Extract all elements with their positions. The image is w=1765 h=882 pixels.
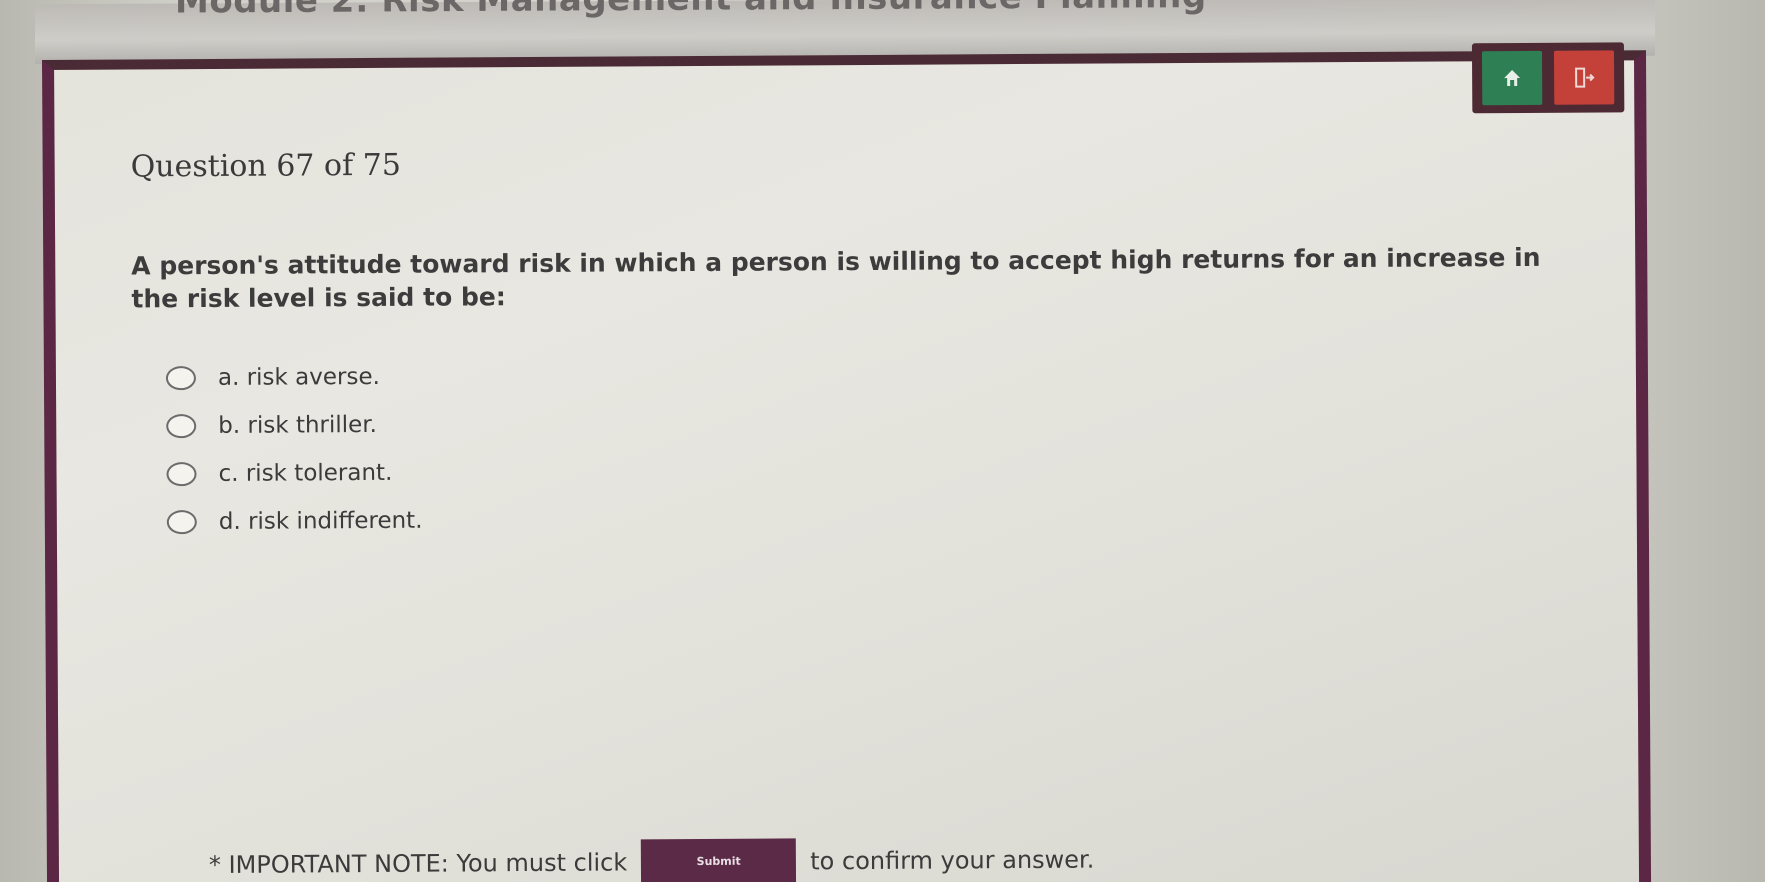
radio-button[interactable] [166, 510, 197, 535]
important-note: * IMPORTANT NOTE: You must click Submit … [209, 837, 1095, 882]
home-icon [1504, 70, 1521, 87]
question-panel: Question 67 of 75 A person's attitude to… [42, 42, 1652, 882]
question-counter: Question 67 of 75 [130, 147, 401, 185]
nav-buttons [1471, 42, 1625, 114]
exit-button[interactable] [1553, 50, 1615, 105]
option-label: d. risk indifferent. [218, 507, 423, 535]
option-label: b. risk thriller. [218, 411, 378, 439]
note-prefix: * IMPORTANT NOTE: You must click [208, 848, 628, 879]
answer-options: a. risk averse. b. risk thriller. c. ris… [165, 353, 423, 547]
submit-button[interactable]: Submit [641, 838, 797, 882]
home-button[interactable] [1481, 50, 1543, 106]
question-text: A person's attitude toward risk in which… [131, 242, 1541, 314]
option-b[interactable]: b. risk thriller. [166, 401, 422, 451]
exit-icon [1575, 67, 1595, 88]
quiz-screen: Module 2: Risk Management and Insurance … [0, 0, 1765, 882]
option-c[interactable]: c. risk tolerant. [166, 449, 422, 499]
radio-button[interactable] [166, 414, 197, 439]
option-a[interactable]: a. risk averse. [165, 353, 422, 403]
option-label: c. risk tolerant. [218, 459, 393, 487]
option-label: a. risk averse. [217, 363, 380, 391]
note-suffix: to confirm your answer. [810, 845, 1095, 876]
option-d[interactable]: d. risk indifferent. [166, 497, 423, 547]
radio-button[interactable] [165, 366, 197, 391]
module-title: Module 2: Risk Management and Insurance … [175, 0, 1207, 22]
radio-button[interactable] [166, 462, 197, 487]
